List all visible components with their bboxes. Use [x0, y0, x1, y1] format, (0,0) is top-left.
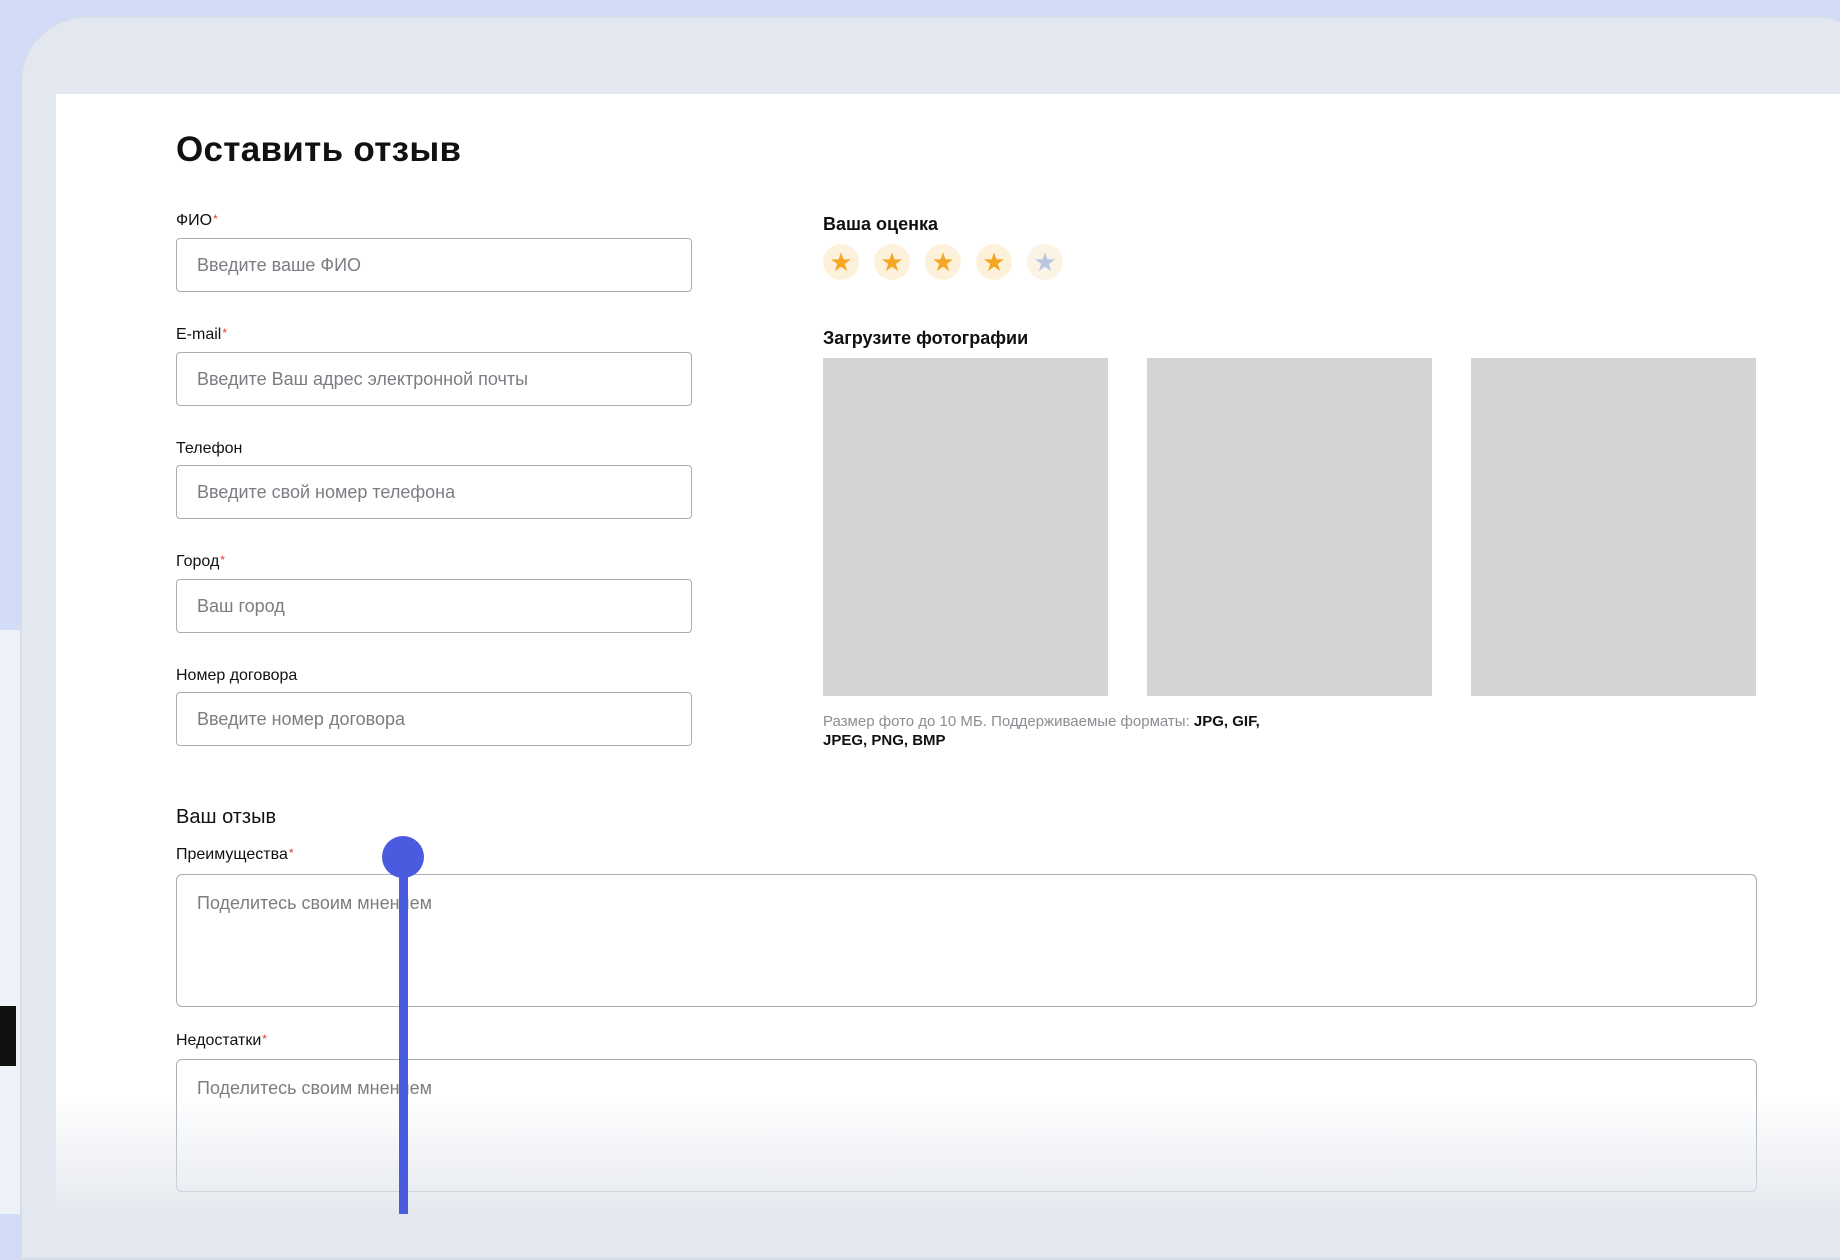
pointer-dot: [382, 836, 424, 878]
photo-upload-slot[interactable]: [823, 358, 1108, 696]
advantages-textarea[interactable]: [176, 874, 1757, 1007]
pointer-line: [399, 858, 408, 1214]
contract-number-input[interactable]: [176, 692, 692, 746]
photo-upload-slot[interactable]: [1471, 358, 1756, 696]
required-mark: *: [222, 326, 228, 340]
email-label: E-mail*: [176, 326, 228, 343]
photo-requirements-note: Размер фото до 10 МБ. Поддерживаемые фор…: [823, 713, 1260, 749]
fio-input[interactable]: [176, 238, 692, 292]
phone-input[interactable]: [176, 465, 692, 519]
star-icon[interactable]: ★: [1027, 244, 1063, 280]
required-mark: *: [213, 212, 218, 226]
rating-stars: ★ ★ ★ ★ ★: [823, 244, 1063, 280]
star-icon[interactable]: ★: [874, 244, 910, 280]
contract-number-label: Номер договора: [176, 667, 298, 684]
star-icon[interactable]: ★: [823, 244, 859, 280]
required-mark: *: [288, 846, 294, 860]
disadvantages-textarea[interactable]: [176, 1059, 1757, 1192]
advantages-label: Преимущества*: [176, 846, 294, 863]
email-input[interactable]: [176, 352, 692, 406]
phone-label: Телефон: [176, 440, 243, 457]
photo-upload-slot[interactable]: [1147, 358, 1432, 696]
star-icon[interactable]: ★: [976, 244, 1012, 280]
photos-label: Загрузите фотографии: [823, 328, 1029, 348]
star-icon[interactable]: ★: [925, 244, 961, 280]
review-section-title: Ваш отзыв: [176, 806, 277, 828]
required-mark: *: [220, 553, 225, 567]
background-panel: [0, 630, 20, 1214]
fio-label: ФИО*: [176, 212, 218, 229]
disadvantages-label: Недостатки*: [176, 1032, 267, 1049]
page-title: Оставить отзыв: [176, 130, 462, 169]
rating-label: Ваша оценка: [823, 214, 938, 234]
city-input[interactable]: [176, 579, 692, 633]
review-form-screen: Оставить отзыв ФИО* E-mail* Телефон Горо…: [56, 94, 1840, 1214]
background-block: [0, 1006, 16, 1066]
city-label: Город*: [176, 553, 225, 570]
required-mark: *: [262, 1032, 267, 1046]
